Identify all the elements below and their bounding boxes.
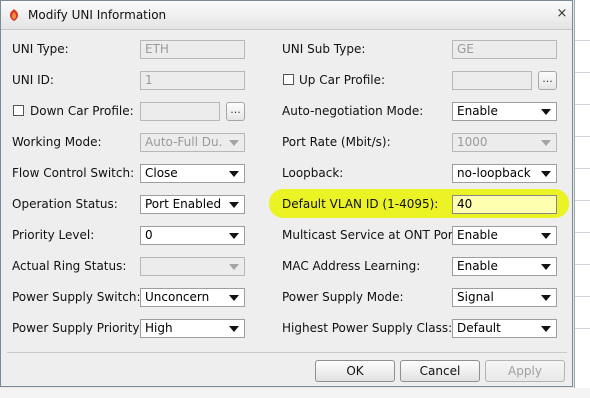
actual-ring-status-select [140,257,245,276]
working-mode-label: Working Mode: [12,135,102,149]
chevron-down-icon [229,233,239,239]
uni-type-label: UNI Type: [12,42,69,56]
modify-uni-dialog: Modify UNI Information × UNI Type: ETH U… [0,0,573,387]
flow-control-switch-label: Flow Control Switch: [12,166,135,180]
down-car-profile-browse-button[interactable]: ... [226,102,245,121]
chevron-down-icon [541,264,551,270]
chevron-down-icon [541,295,551,301]
ok-button[interactable]: OK [315,360,395,382]
chevron-down-icon [541,140,551,146]
dialog-title-bar[interactable]: Modify UNI Information × [1,1,572,30]
chevron-down-icon [229,171,239,177]
multicast-service-select[interactable]: Enable [452,226,557,245]
operation-status-select[interactable]: Port Enabled [140,195,245,214]
down-car-profile-checkbox[interactable] [13,105,24,116]
priority-level-label: Priority Level: [12,228,95,242]
close-icon[interactable]: × [554,6,570,22]
uni-id-field: 1 [140,71,245,90]
apply-button[interactable]: Apply [485,360,565,382]
mac-address-learning-select[interactable]: Enable [452,257,557,276]
uni-sub-type-label: UNI Sub Type: [282,42,366,56]
auto-negotiation-mode-select[interactable]: Enable [452,102,557,121]
chevron-down-icon [541,171,551,177]
actual-ring-status-label: Actual Ring Status: [12,259,127,273]
chevron-down-icon [229,140,239,146]
uni-type-field: ETH [140,40,245,59]
app-logo-icon [7,8,21,22]
default-vlan-id-label: Default VLAN ID (1-4095): [282,197,439,211]
power-supply-switch-label: Power Supply Switch: [12,290,141,304]
default-vlan-id-input[interactable]: 40 [452,195,557,214]
priority-level-select[interactable]: 0 [140,226,245,245]
chevron-down-icon [229,295,239,301]
port-rate-select: 1000 [452,133,557,152]
button-separator [7,352,567,353]
power-supply-mode-select[interactable]: Signal [452,288,557,307]
power-supply-priority-select[interactable]: High [140,319,245,338]
multicast-service-label: Multicast Service at ONT Port: [282,228,462,242]
uni-id-label: UNI ID: [12,73,54,87]
loopback-select[interactable]: no-loopback [452,164,557,183]
power-supply-priority-label: Power Supply Priority: [12,321,143,335]
chevron-down-icon [541,109,551,115]
dialog-title: Modify UNI Information [28,8,167,22]
port-rate-label: Port Rate (Mbit/s): [282,135,391,149]
chevron-down-icon [541,233,551,239]
up-car-profile-browse-button[interactable]: ... [538,71,557,90]
up-car-profile-field [452,71,532,90]
up-car-profile-label: Up Car Profile: [299,73,386,87]
mac-address-learning-label: MAC Address Learning: [282,259,421,273]
auto-negotiation-mode-label: Auto-negotiation Mode: [282,104,424,118]
chevron-down-icon [541,326,551,332]
chevron-down-icon [229,264,239,270]
highest-power-supply-class-label: Highest Power Supply Class: [282,321,453,335]
power-supply-switch-select[interactable]: Unconcern [140,288,245,307]
up-car-profile-checkbox[interactable] [283,74,294,85]
operation-status-label: Operation Status: [12,197,118,211]
down-car-profile-label: Down Car Profile: [30,104,134,118]
flow-control-switch-select[interactable]: Close [140,164,245,183]
chevron-down-icon [229,202,239,208]
background-window-bottom [0,388,590,398]
uni-sub-type-field: GE [452,40,557,59]
working-mode-select: Auto-Full Du... [140,133,245,152]
down-car-profile-field [140,102,220,121]
cancel-button[interactable]: Cancel [400,360,480,382]
background-window-edge [574,0,590,398]
loopback-label: Loopback: [282,166,344,180]
highest-power-supply-class-select[interactable]: Default [452,319,557,338]
power-supply-mode-label: Power Supply Mode: [282,290,404,304]
chevron-down-icon [229,326,239,332]
